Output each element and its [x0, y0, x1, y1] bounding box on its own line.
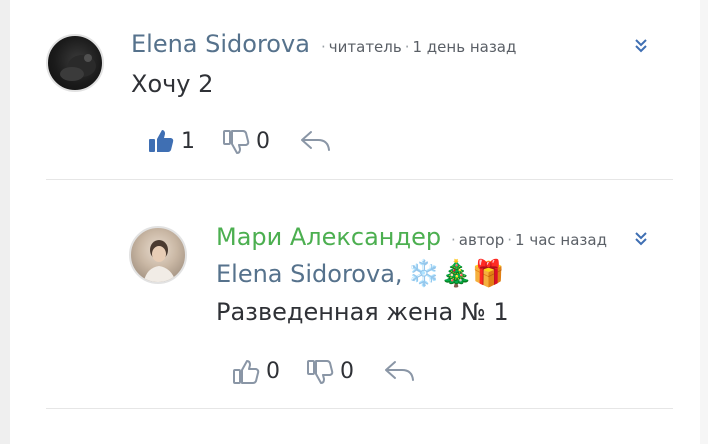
- dislike-button[interactable]: [222, 128, 250, 156]
- avatar-image: [143, 240, 176, 282]
- dislike-count: 0: [340, 359, 354, 384]
- comment-divider: [46, 408, 673, 409]
- comment-author[interactable]: Elena Sidorova: [131, 30, 310, 58]
- comment-role: автор: [458, 231, 505, 249]
- avatar[interactable]: [46, 34, 104, 92]
- reply-mention-line: Elena Sidorova, ❄️🎄🎁: [216, 259, 505, 289]
- avatar[interactable]: [129, 226, 187, 284]
- comment-time[interactable]: 1 час назад: [515, 231, 607, 249]
- comment-text: Разведенная жена № 1: [216, 298, 509, 326]
- comment-text: Хочу 2: [131, 70, 214, 98]
- dislike-count: 0: [256, 129, 270, 154]
- thumbs-up-icon: [149, 130, 174, 152]
- expand-chevron-icon[interactable]: [634, 38, 648, 54]
- comment-meta: · читатель · 1 день назад: [318, 38, 516, 56]
- meta-separator: ·: [321, 38, 326, 56]
- dislike-button[interactable]: [306, 358, 334, 386]
- reply-arrow-icon: [301, 131, 330, 151]
- like-count: 0: [266, 359, 280, 384]
- reply-arrow-icon: [385, 361, 414, 381]
- reply-button[interactable]: [382, 358, 416, 384]
- comment-meta: · автор · 1 час назад: [448, 231, 607, 249]
- emoji-group: ❄️🎄🎁: [407, 259, 505, 289]
- like-button[interactable]: [147, 127, 175, 155]
- right-edge-rule: [700, 0, 708, 444]
- like-button[interactable]: [232, 358, 260, 386]
- thumbs-down-icon: [223, 130, 250, 154]
- left-edge-rule: [0, 0, 10, 444]
- thumbs-down-icon: [307, 360, 334, 384]
- meta-separator: ·: [507, 231, 513, 249]
- comment-time[interactable]: 1 день назад: [413, 38, 517, 56]
- reply-button[interactable]: [298, 128, 332, 154]
- thumbs-up-icon: [233, 360, 260, 384]
- meta-separator: ·: [404, 38, 410, 56]
- comment-role: читатель: [328, 38, 402, 56]
- avatar-image: [60, 54, 96, 81]
- expand-chevron-icon[interactable]: [634, 231, 648, 247]
- comment-divider: [46, 179, 673, 180]
- meta-separator: ·: [451, 231, 456, 249]
- like-count: 1: [181, 129, 195, 154]
- mention-link[interactable]: Elena Sidorova,: [216, 260, 403, 288]
- comment-author[interactable]: Мари Александер: [216, 223, 441, 251]
